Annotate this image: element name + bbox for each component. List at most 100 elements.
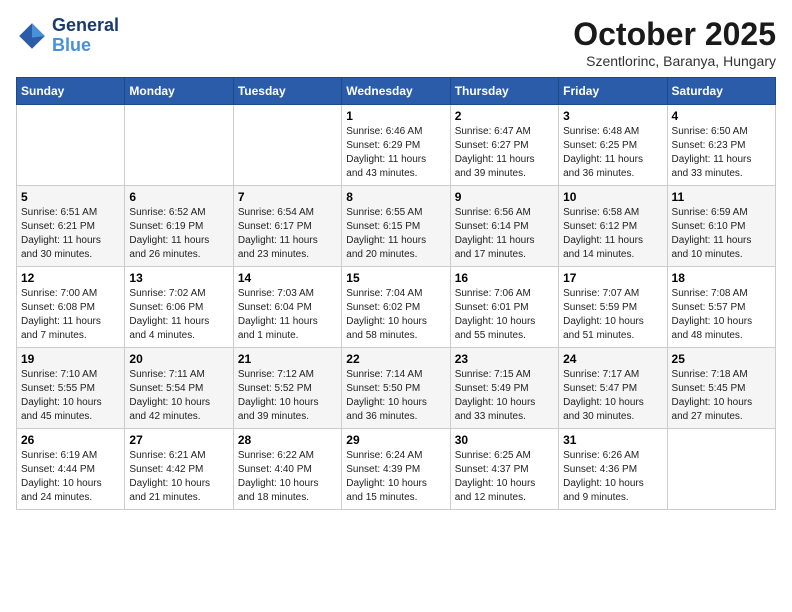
day-number: 2 — [455, 109, 554, 123]
day-number: 23 — [455, 352, 554, 366]
calendar-cell: 22 Sunrise: 7:14 AMSunset: 5:50 PMDayligh… — [342, 348, 450, 429]
day-number: 22 — [346, 352, 445, 366]
weekday-header-thursday: Thursday — [450, 78, 558, 105]
calendar-cell: 1 Sunrise: 6:46 AMSunset: 6:29 PMDaylight… — [342, 105, 450, 186]
day-info: Sunrise: 7:18 AMSunset: 5:45 PMDaylight:… — [672, 368, 771, 424]
day-info: Sunrise: 6:24 AMSunset: 4:39 PMDaylight:… — [346, 449, 445, 505]
weekday-header-monday: Monday — [125, 78, 233, 105]
day-number: 20 — [129, 352, 228, 366]
weekday-header-tuesday: Tuesday — [233, 78, 341, 105]
day-info: Sunrise: 6:48 AMSunset: 6:25 PMDaylight:… — [563, 125, 662, 181]
week-row-4: 26 Sunrise: 6:19 AMSunset: 4:44 PMDayligh… — [17, 429, 776, 510]
day-info: Sunrise: 6:46 AMSunset: 6:29 PMDaylight:… — [346, 125, 445, 181]
calendar-cell: 11 Sunrise: 6:59 AMSunset: 6:10 PMDayligh… — [667, 186, 775, 267]
day-info: Sunrise: 6:50 AMSunset: 6:23 PMDaylight:… — [672, 125, 771, 181]
day-info: Sunrise: 6:21 AMSunset: 4:42 PMDaylight:… — [129, 449, 228, 505]
calendar-cell: 10 Sunrise: 6:58 AMSunset: 6:12 PMDayligh… — [559, 186, 667, 267]
calendar-cell: 25Sunrise: 7:18 AMSunset: 5:45 PMDayligh… — [667, 348, 775, 429]
week-row-1: 5 Sunrise: 6:51 AMSunset: 6:21 PMDaylight… — [17, 186, 776, 267]
calendar-cell: 21 Sunrise: 7:12 AMSunset: 5:52 PMDayligh… — [233, 348, 341, 429]
calendar-cell: 2 Sunrise: 6:47 AMSunset: 6:27 PMDaylight… — [450, 105, 558, 186]
day-info: Sunrise: 6:59 AMSunset: 6:10 PMDaylight:… — [672, 206, 771, 262]
day-number: 30 — [455, 433, 554, 447]
page-header: General Blue October 2025 Szentlorinc, B… — [16, 16, 776, 69]
day-number: 1 — [346, 109, 445, 123]
day-number: 11 — [672, 190, 771, 204]
weekday-header-sunday: Sunday — [17, 78, 125, 105]
calendar-cell: 12Sunrise: 7:00 AMSunset: 6:08 PMDayligh… — [17, 267, 125, 348]
day-info: Sunrise: 6:51 AMSunset: 6:21 PMDaylight:… — [21, 206, 120, 262]
title-block: October 2025 Szentlorinc, Baranya, Hunga… — [573, 16, 776, 69]
day-number: 8 — [346, 190, 445, 204]
calendar-cell: 4 Sunrise: 6:50 AMSunset: 6:23 PMDaylight… — [667, 105, 775, 186]
day-info: Sunrise: 7:14 AMSunset: 5:50 PMDaylight:… — [346, 368, 445, 424]
calendar-cell: 18Sunrise: 7:08 AMSunset: 5:57 PMDayligh… — [667, 267, 775, 348]
calendar-cell: 16Sunrise: 7:06 AMSunset: 6:01 PMDayligh… — [450, 267, 558, 348]
day-number: 15 — [346, 271, 445, 285]
logo: General Blue — [16, 16, 119, 56]
calendar-cell: 3 Sunrise: 6:48 AMSunset: 6:25 PMDaylight… — [559, 105, 667, 186]
weekday-header-wednesday: Wednesday — [342, 78, 450, 105]
calendar-cell: 31Sunrise: 6:26 AMSunset: 4:36 PMDayligh… — [559, 429, 667, 510]
day-info: Sunrise: 6:47 AMSunset: 6:27 PMDaylight:… — [455, 125, 554, 181]
day-number: 6 — [129, 190, 228, 204]
day-info: Sunrise: 6:26 AMSunset: 4:36 PMDaylight:… — [563, 449, 662, 505]
calendar-cell: 28Sunrise: 6:22 AMSunset: 4:40 PMDayligh… — [233, 429, 341, 510]
calendar-cell: 20Sunrise: 7:11 AMSunset: 5:54 PMDayligh… — [125, 348, 233, 429]
calendar-cell: 8Sunrise: 6:55 AMSunset: 6:15 PMDaylight… — [342, 186, 450, 267]
day-info: Sunrise: 7:12 AMSunset: 5:52 PMDaylight:… — [238, 368, 337, 424]
day-number: 26 — [21, 433, 120, 447]
day-info: Sunrise: 7:17 AMSunset: 5:47 PMDaylight:… — [563, 368, 662, 424]
calendar-cell: 17 Sunrise: 7:07 AMSunset: 5:59 PMDayligh… — [559, 267, 667, 348]
calendar-cell: 19 Sunrise: 7:10 AMSunset: 5:55 PMDayligh… — [17, 348, 125, 429]
day-number: 14 — [238, 271, 337, 285]
day-info: Sunrise: 6:54 AMSunset: 6:17 PMDaylight:… — [238, 206, 337, 262]
day-info: Sunrise: 6:19 AMSunset: 4:44 PMDaylight:… — [21, 449, 120, 505]
calendar-cell: 15Sunrise: 7:04 AMSunset: 6:02 PMDayligh… — [342, 267, 450, 348]
calendar-cell: 13 Sunrise: 7:02 AMSunset: 6:06 PMDayligh… — [125, 267, 233, 348]
day-number: 4 — [672, 109, 771, 123]
calendar-cell: 30 Sunrise: 6:25 AMSunset: 4:37 PMDayligh… — [450, 429, 558, 510]
calendar-cell: 14Sunrise: 7:03 AMSunset: 6:04 PMDayligh… — [233, 267, 341, 348]
day-info: Sunrise: 6:56 AMSunset: 6:14 PMDaylight:… — [455, 206, 554, 262]
weekday-header-saturday: Saturday — [667, 78, 775, 105]
day-info: Sunrise: 7:10 AMSunset: 5:55 PMDaylight:… — [21, 368, 120, 424]
calendar-cell — [17, 105, 125, 186]
day-info: Sunrise: 7:06 AMSunset: 6:01 PMDaylight:… — [455, 287, 554, 343]
weekday-header-friday: Friday — [559, 78, 667, 105]
calendar-cell: 7Sunrise: 6:54 AMSunset: 6:17 PMDaylight… — [233, 186, 341, 267]
calendar-cell: 29Sunrise: 6:24 AMSunset: 4:39 PMDayligh… — [342, 429, 450, 510]
day-number: 18 — [672, 271, 771, 285]
day-number: 9 — [455, 190, 554, 204]
day-number: 19 — [21, 352, 120, 366]
day-info: Sunrise: 7:15 AMSunset: 5:49 PMDaylight:… — [455, 368, 554, 424]
logo-icon — [16, 20, 48, 52]
calendar-cell: 27Sunrise: 6:21 AMSunset: 4:42 PMDayligh… — [125, 429, 233, 510]
calendar-cell: 5 Sunrise: 6:51 AMSunset: 6:21 PMDaylight… — [17, 186, 125, 267]
week-row-3: 19 Sunrise: 7:10 AMSunset: 5:55 PMDayligh… — [17, 348, 776, 429]
calendar-cell — [233, 105, 341, 186]
day-info: Sunrise: 7:02 AMSunset: 6:06 PMDaylight:… — [129, 287, 228, 343]
day-number: 13 — [129, 271, 228, 285]
day-info: Sunrise: 6:25 AMSunset: 4:37 PMDaylight:… — [455, 449, 554, 505]
day-info: Sunrise: 6:52 AMSunset: 6:19 PMDaylight:… — [129, 206, 228, 262]
weekday-header-row: SundayMondayTuesdayWednesdayThursdayFrid… — [17, 78, 776, 105]
week-row-0: 1 Sunrise: 6:46 AMSunset: 6:29 PMDaylight… — [17, 105, 776, 186]
day-info: Sunrise: 6:22 AMSunset: 4:40 PMDaylight:… — [238, 449, 337, 505]
day-number: 10 — [563, 190, 662, 204]
week-row-2: 12Sunrise: 7:00 AMSunset: 6:08 PMDayligh… — [17, 267, 776, 348]
day-number: 17 — [563, 271, 662, 285]
day-number: 24 — [563, 352, 662, 366]
calendar-cell: 23 Sunrise: 7:15 AMSunset: 5:49 PMDayligh… — [450, 348, 558, 429]
calendar-cell: 6 Sunrise: 6:52 AMSunset: 6:19 PMDaylight… — [125, 186, 233, 267]
calendar-cell — [125, 105, 233, 186]
day-number: 3 — [563, 109, 662, 123]
day-info: Sunrise: 7:07 AMSunset: 5:59 PMDaylight:… — [563, 287, 662, 343]
day-info: Sunrise: 6:58 AMSunset: 6:12 PMDaylight:… — [563, 206, 662, 262]
day-number: 21 — [238, 352, 337, 366]
location-subtitle: Szentlorinc, Baranya, Hungary — [573, 53, 776, 69]
day-number: 12 — [21, 271, 120, 285]
day-number: 5 — [21, 190, 120, 204]
calendar-cell — [667, 429, 775, 510]
calendar-table: SundayMondayTuesdayWednesdayThursdayFrid… — [16, 77, 776, 510]
